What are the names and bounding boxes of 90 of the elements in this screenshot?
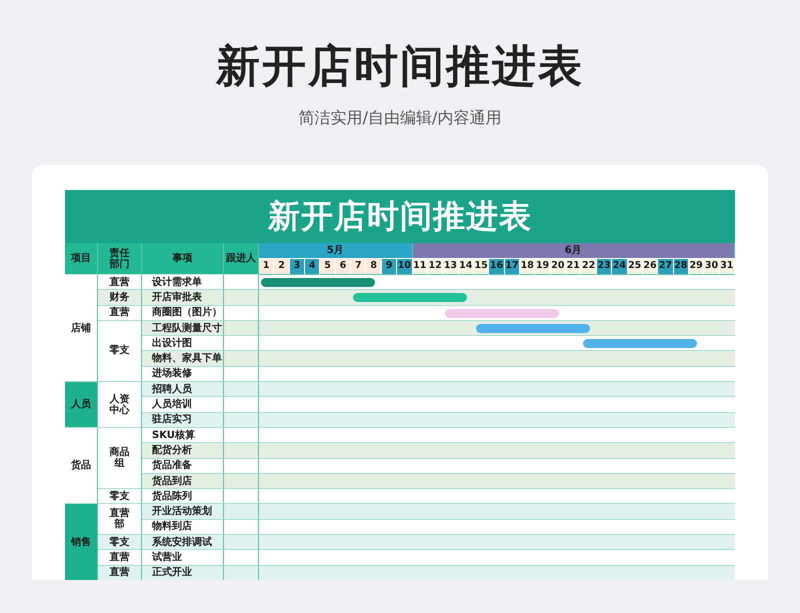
department-cell: 直营 (98, 566, 142, 580)
follower-cell (224, 474, 259, 490)
day-header: 13 (443, 259, 459, 275)
category-cell: 货品 (65, 428, 98, 504)
department-cell: 直营 (98, 550, 142, 566)
table-title: 新开店时间推进表 (65, 190, 735, 243)
month-header: 6月 (412, 243, 735, 259)
follower-cell (224, 351, 259, 367)
day-header: 30 (704, 259, 720, 275)
day-header: 8 (366, 259, 382, 275)
task-cell: 进场装修 (142, 366, 224, 382)
follower-cell (224, 397, 259, 413)
day-header: 31 (720, 259, 735, 275)
category-cell: 销售 (65, 504, 98, 580)
day-header: 10 (397, 259, 413, 275)
category-cell: 店铺 (65, 275, 98, 382)
task-cell: 开业活动策划 (142, 504, 224, 520)
category-cell: 人员 (65, 382, 98, 428)
day-header: 4 (305, 259, 320, 275)
task-cell: 设计需求单 (142, 275, 224, 290)
day-header: 6 (336, 259, 352, 275)
task-cell: 驻店实习 (142, 412, 224, 428)
day-header: 16 (489, 259, 505, 275)
department-cell: 人资中心 (98, 382, 142, 428)
day-header: 11 (412, 259, 428, 275)
column-header: 责任部门 (98, 243, 142, 275)
month-header: 5月 (259, 243, 413, 259)
day-header: 21 (566, 259, 582, 275)
day-header: 24 (612, 259, 628, 275)
department-cell: 直营部 (98, 504, 142, 536)
task-cell: SKU核算 (142, 428, 224, 444)
follower-cell (224, 320, 259, 336)
department-cell: 财务 (98, 290, 142, 306)
follower-cell (224, 504, 259, 520)
follower-cell (224, 489, 259, 504)
day-header: 18 (520, 259, 536, 275)
day-header: 9 (382, 259, 398, 275)
task-cell: 出设计图 (142, 336, 224, 352)
task-cell: 试营业 (142, 550, 224, 566)
department-cell: 零支 (98, 489, 142, 504)
column-header: 事项 (142, 243, 224, 275)
follower-cell (224, 566, 259, 580)
day-header: 22 (581, 259, 597, 275)
day-header: 29 (688, 259, 704, 275)
follower-cell (224, 443, 259, 459)
task-cell: 招聘人员 (142, 382, 224, 398)
follower-cell (224, 550, 259, 566)
task-cell: 货品准备 (142, 458, 224, 474)
task-cell: 正式开业 (142, 566, 224, 580)
day-header: 12 (428, 259, 444, 275)
task-cell: 物料、家具下单 (142, 351, 224, 367)
department-cell: 零支 (98, 535, 142, 550)
task-cell: 人员培训 (142, 397, 224, 413)
column-header: 项目 (65, 243, 98, 275)
page-title: 新开店时间推进表 (216, 40, 584, 94)
task-cell: 工程队测量尺寸 (142, 320, 224, 336)
task-cell: 开店审批表 (142, 290, 224, 306)
day-header: 20 (550, 259, 566, 275)
day-header: 1 (259, 259, 274, 275)
day-header: 3 (290, 259, 306, 275)
follower-cell (224, 290, 259, 306)
task-cell: 货品到店 (142, 474, 224, 490)
column-header: 跟进人 (224, 243, 259, 275)
task-cell: 配货分析 (142, 443, 224, 459)
day-header: 5 (320, 259, 336, 275)
day-header: 17 (504, 259, 520, 275)
day-header: 27 (658, 259, 674, 275)
department-cell: 直营 (98, 275, 142, 290)
task-cell: 货品陈列 (142, 489, 224, 504)
day-header: 28 (674, 259, 689, 275)
department-cell: 直营 (98, 306, 142, 321)
follower-cell (224, 306, 259, 321)
day-header: 25 (628, 259, 643, 275)
department-cell: 零支 (98, 320, 142, 382)
day-header: 26 (642, 259, 658, 275)
page-subtitle: 简洁实用/自由编辑/内容通用 (298, 108, 502, 128)
day-header: 19 (535, 259, 551, 275)
follower-cell (224, 535, 259, 550)
task-cell: 物料到店 (142, 520, 224, 536)
day-header: 14 (458, 259, 474, 275)
day-header: 23 (596, 259, 612, 275)
follower-cell (224, 382, 259, 398)
task-cell: 系统安排调试 (142, 535, 224, 550)
day-header: 2 (274, 259, 290, 275)
day-header: 7 (351, 259, 366, 275)
task-cell: 商圈图（图片） (142, 306, 224, 321)
follower-cell (224, 458, 259, 474)
department-cell: 商品组 (98, 428, 142, 490)
follower-cell (224, 412, 259, 428)
day-header: 15 (474, 259, 490, 275)
